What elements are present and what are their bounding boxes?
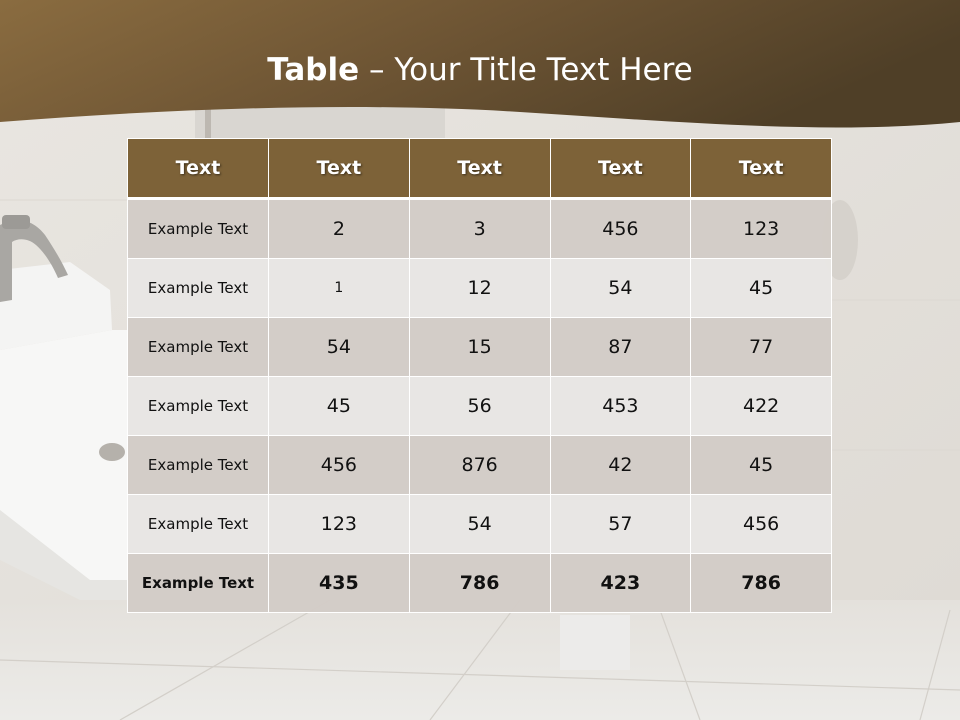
table-header-cell: Text	[408, 138, 551, 200]
table-cell: 42	[549, 435, 692, 495]
table-cell: 456	[268, 435, 410, 495]
slide-title: Table – Your Title Text Here	[0, 52, 960, 88]
row-label-cell: Example Text	[127, 494, 269, 554]
row-label-cell: Example Text	[127, 198, 269, 259]
table-header-cell: Text	[690, 138, 832, 200]
row-label-cell: Example Text	[127, 553, 269, 613]
table-row: Example Text 456 876 42 45	[127, 435, 832, 495]
table-cell: 453	[549, 376, 692, 436]
table-row: Example Text 45 56 453 422	[127, 376, 832, 436]
table-cell: 15	[408, 317, 551, 377]
table-cell: 423	[549, 553, 692, 613]
table-cell: 45	[690, 258, 832, 318]
table-cell: 54	[268, 317, 410, 377]
table-cell: 12	[408, 258, 551, 318]
table-cell: 45	[690, 435, 832, 495]
table-header-cell: Text	[549, 138, 692, 200]
table-cell: 123	[690, 198, 832, 259]
table-cell: 3	[408, 198, 551, 259]
table-cell: 54	[549, 258, 692, 318]
table-cell: 2	[268, 198, 410, 259]
table-cell: 456	[690, 494, 832, 554]
slide-title-bold: Table	[267, 52, 360, 88]
row-label-cell: Example Text	[127, 376, 269, 436]
table-cell: 56	[408, 376, 551, 436]
table-cell: 87	[549, 317, 692, 377]
row-label-cell: Example Text	[127, 317, 269, 377]
table-cell: 435	[268, 553, 410, 613]
table-cell: 876	[408, 435, 551, 495]
table-header-cell: Text	[268, 138, 410, 200]
table-header-row: Text Text Text Text Text	[127, 138, 832, 200]
table-cell: 786	[408, 553, 551, 613]
table-total-row: Example Text 435 786 423 786	[127, 553, 832, 613]
table-row: Example Text 2 3 456 123	[127, 198, 832, 259]
row-label-cell: Example Text	[127, 258, 269, 318]
table-cell: 1	[268, 258, 410, 318]
table-cell: 57	[549, 494, 692, 554]
data-table: Text Text Text Text Text Example Text 2 …	[127, 138, 832, 613]
table-cell: 77	[690, 317, 832, 377]
table-cell: 786	[690, 553, 832, 613]
row-label-cell: Example Text	[127, 435, 269, 495]
table-cell: 123	[268, 494, 410, 554]
table-cell: 422	[690, 376, 832, 436]
table-cell: 54	[408, 494, 551, 554]
table-cell: 456	[549, 198, 692, 259]
slide-title-text: – Your Title Text Here	[359, 52, 693, 88]
table-header-cell: Text	[127, 138, 269, 200]
table-row: Example Text 54 15 87 77	[127, 317, 832, 377]
table-row: Example Text 1 12 54 45	[127, 258, 832, 318]
table-row: Example Text 123 54 57 456	[127, 494, 832, 554]
table-cell: 45	[268, 376, 410, 436]
